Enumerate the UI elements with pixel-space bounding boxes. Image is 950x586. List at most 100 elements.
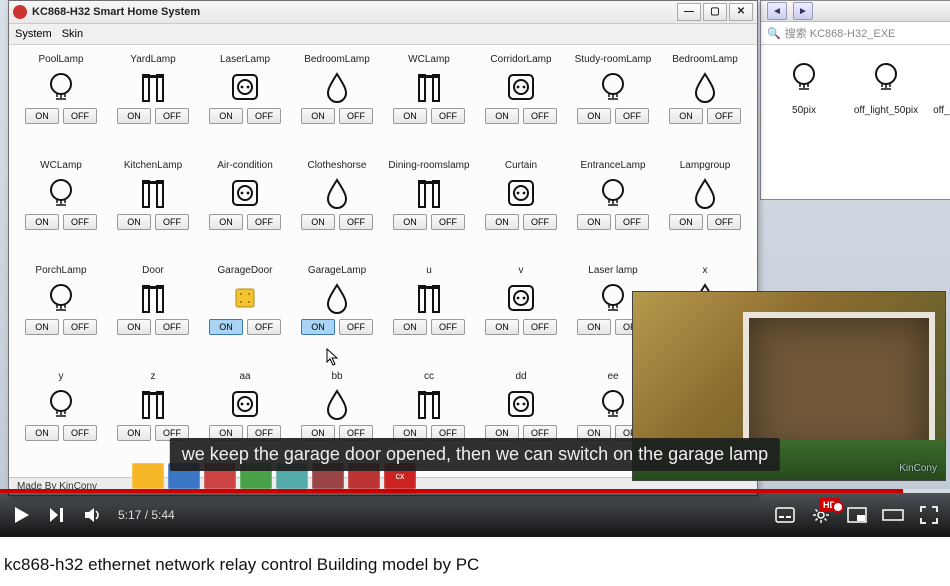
off-button[interactable]: OFF [615,108,649,124]
nav-back-button[interactable]: ◄ [767,2,787,20]
off-button[interactable]: OFF [155,319,189,335]
play-button[interactable] [10,504,32,526]
menu-system[interactable]: System [15,28,52,40]
on-button[interactable]: ON [301,319,335,335]
on-button[interactable]: ON [393,214,427,230]
device-label: Door [142,265,164,279]
device-cell: WCLampONOFF [385,53,473,157]
on-button[interactable]: ON [209,214,243,230]
miniplayer-button[interactable] [846,504,868,526]
pillar-icon [136,70,170,104]
on-button[interactable]: ON [301,214,335,230]
close-button[interactable]: ✕ [729,3,753,21]
taskbar-app-icon[interactable] [132,463,164,489]
menubar: System Skin [9,24,757,45]
on-button[interactable]: ON [393,108,427,124]
device-label: PorchLamp [35,265,86,279]
off-button[interactable]: OFF [247,319,281,335]
device-cell: Lampgroup ONOFF [661,159,749,263]
device-label: Lampgroup [680,160,731,174]
pillar-icon [412,281,446,315]
off-button[interactable]: OFF [247,214,281,230]
on-button[interactable]: ON [485,214,519,230]
device-label: cc [424,371,434,385]
off-button[interactable]: OFF [247,108,281,124]
drop-icon [320,176,354,210]
device-label: Clotheshorse [308,160,367,174]
settings-button[interactable]: HD [810,504,832,526]
on-button[interactable]: ON [393,319,427,335]
on-button[interactable]: ON [117,214,151,230]
off-button[interactable]: OFF [63,108,97,124]
on-button[interactable]: ON [117,425,151,441]
next-button[interactable] [46,504,68,526]
off-button[interactable]: OFF [339,319,373,335]
video-title[interactable]: kc868-h32 ethernet network relay control… [0,537,950,575]
on-button[interactable]: ON [577,108,611,124]
on-button[interactable]: ON [209,108,243,124]
explorer-window: ◄ ► 🔍 搜索 KC868-H32_EXE 50pixoff_light_50… [760,0,950,200]
volume-button[interactable] [82,504,104,526]
off-button[interactable]: OFF [431,214,465,230]
minimize-button[interactable]: — [677,3,701,21]
explorer-toolbar: ◄ ► [761,1,950,22]
off-button[interactable]: OFF [523,214,557,230]
file-item[interactable]: off_socket_50pix [933,53,950,129]
off-button[interactable]: OFF [431,319,465,335]
device-cell: GarageDoor ONOFF [201,264,289,368]
off-button[interactable]: OFF [615,214,649,230]
on-button[interactable]: ON [669,214,703,230]
device-label: GarageDoor [217,265,272,279]
on-button[interactable]: ON [25,319,59,335]
on-button[interactable]: ON [301,108,335,124]
theater-button[interactable] [882,504,904,526]
device-cell: Door ONOFF [109,264,197,368]
on-button[interactable]: ON [485,319,519,335]
drop-icon [688,176,722,210]
device-label: PoolLamp [38,54,83,68]
off-button[interactable]: OFF [431,108,465,124]
on-button[interactable]: ON [117,108,151,124]
on-button[interactable]: ON [669,108,703,124]
on-button[interactable]: ON [209,319,243,335]
off-button[interactable]: OFF [155,214,189,230]
on-button[interactable]: ON [25,214,59,230]
off-button[interactable]: OFF [63,425,97,441]
on-button[interactable]: ON [25,425,59,441]
off-button[interactable]: OFF [523,319,557,335]
file-item[interactable]: 50pix [769,53,839,129]
drop-icon [320,281,354,315]
file-item[interactable]: off_light_50pix [851,53,921,129]
pillar-icon [136,281,170,315]
on-button[interactable]: ON [577,214,611,230]
device-label: Air-condition [217,160,273,174]
explorer-search[interactable]: 🔍 搜索 KC868-H32_EXE [761,22,950,45]
bulb-icon [596,281,630,315]
device-cell: yONOFF [17,370,105,474]
off-button[interactable]: OFF [63,214,97,230]
off-button[interactable]: OFF [63,319,97,335]
on-button[interactable]: ON [25,108,59,124]
off-button[interactable]: OFF [339,108,373,124]
nav-fwd-button[interactable]: ► [793,2,813,20]
device-label: Dining-roomslamp [388,160,469,174]
socket-icon [504,176,538,210]
maximize-button[interactable]: ▢ [703,3,727,21]
on-button[interactable]: ON [485,108,519,124]
device-label: bb [331,371,342,385]
off-button[interactable]: OFF [339,214,373,230]
menu-skin[interactable]: Skin [62,28,83,40]
device-label: v [519,265,524,279]
device-cell: v ONOFF [477,264,565,368]
off-button[interactable]: OFF [707,214,741,230]
fullscreen-button[interactable] [918,504,940,526]
bulb-icon [596,387,630,421]
subtitles-button[interactable] [774,504,796,526]
on-button[interactable]: ON [577,319,611,335]
on-button[interactable]: ON [117,319,151,335]
device-label: YardLamp [130,54,175,68]
device-label: BedroomLamp [304,54,370,68]
off-button[interactable]: OFF [523,108,557,124]
off-button[interactable]: OFF [707,108,741,124]
off-button[interactable]: OFF [155,108,189,124]
